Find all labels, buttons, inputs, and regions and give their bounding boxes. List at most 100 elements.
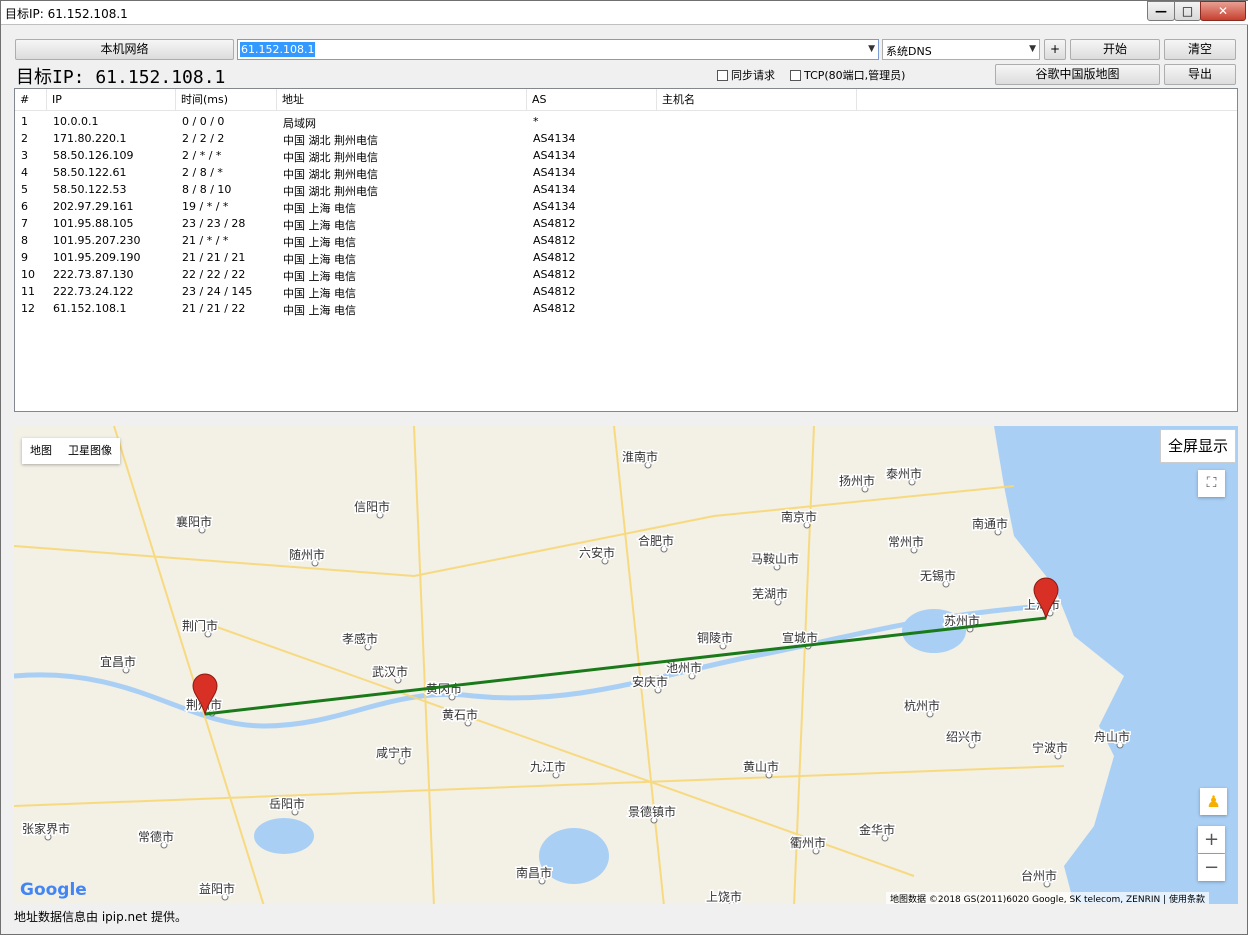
hop-address: 中国 上海 电信 [283, 253, 356, 266]
hop-as: AS4812 [533, 302, 576, 315]
main-window: 目标IP: 61.152.108.1 — □ ✕ 本机网络 61.152.108… [0, 0, 1248, 935]
city-label: 台州市 [1021, 868, 1057, 883]
city-label: 宣城市 [782, 630, 818, 645]
hop-address: 中国 上海 电信 [283, 202, 356, 215]
table-row[interactable]: 4 58.50.122.61 2 / 8 / * 中国 湖北 荆州电信 AS4134 [15, 165, 1237, 182]
clear-button[interactable]: 清空 [1164, 39, 1236, 60]
table-row[interactable]: 6 202.97.29.161 19 / * / * 中国 上海 电信 AS4134 [15, 199, 1237, 216]
hop-index: 6 [21, 200, 28, 213]
table-row[interactable]: 7 101.95.88.105 23 / 23 / 28 中国 上海 电信 AS4812 [15, 216, 1237, 233]
table-row[interactable]: 1 10.0.0.1 0 / 0 / 0 局域网 * [15, 114, 1237, 131]
city-label: 马鞍山市 [751, 551, 799, 566]
hop-as: AS4134 [533, 166, 576, 179]
hop-time: 21 / 21 / 22 [182, 302, 246, 315]
local-network-button[interactable]: 本机网络 [15, 39, 234, 60]
dongting-lake [254, 818, 314, 854]
hop-ip: 101.95.209.190 [53, 251, 141, 264]
hop-ip: 58.50.122.61 [53, 166, 127, 179]
city-label: 泰州市 [886, 466, 922, 481]
hop-time: 2 / 8 / * [182, 166, 223, 179]
hop-ip: 58.50.126.109 [53, 149, 134, 162]
hop-index: 11 [21, 285, 35, 298]
city-label: 无锡市 [920, 568, 956, 583]
map-canvas[interactable]: 襄阳市信阳市随州市荆门市孝感市宜昌市武汉市黄冈市荆州市黄石市咸宁市岳阳市常德市张… [14, 426, 1238, 904]
fullscreen-icon[interactable]: ⛶ [1198, 470, 1225, 497]
trace-table[interactable]: # IP 时间(ms) 地址 AS 主机名 1 10.0.0.1 0 / 0 / 0… [14, 88, 1238, 412]
hop-ip: 202.97.29.161 [53, 200, 134, 213]
col-header-index[interactable]: # [15, 89, 47, 111]
dns-combobox[interactable]: 系统DNS ▼ [882, 39, 1040, 60]
city-label: 铜陵市 [697, 630, 733, 645]
city-label: 绍兴市 [946, 729, 982, 744]
sync-request-label: 同步请求 [731, 69, 775, 82]
map-type-map-tab[interactable]: 地图 [22, 438, 60, 464]
hop-address: 局域网 [283, 117, 316, 130]
map-copyright[interactable]: 地图数据 ©2018 GS(2011)6020 Google, SK telec… [886, 892, 1209, 904]
export-button[interactable]: 导出 [1164, 64, 1236, 85]
col-header-as[interactable]: AS [527, 89, 657, 111]
city-label: 襄阳市 [176, 514, 212, 529]
table-row[interactable]: 8 101.95.207.230 21 / * / * 中国 上海 电信 AS4812 [15, 233, 1237, 250]
maximize-button[interactable]: □ [1174, 1, 1201, 21]
checkbox-icon[interactable] [717, 70, 728, 81]
city-label: 随州市 [289, 547, 325, 562]
city-label: 扬州市 [839, 473, 875, 488]
table-row[interactable]: 3 58.50.126.109 2 / * / * 中国 湖北 荆州电信 AS4134 [15, 148, 1237, 165]
city-label: 咸宁市 [376, 745, 412, 760]
hop-address: 中国 湖北 荆州电信 [283, 185, 378, 198]
hop-ip: 222.73.87.130 [53, 268, 134, 281]
hop-index: 8 [21, 234, 28, 247]
table-row[interactable]: 9 101.95.209.190 21 / 21 / 21 中国 上海 电信 AS481… [15, 250, 1237, 267]
status-bar-text: 地址数据信息由 ipip.net 提供。 [14, 910, 188, 924]
chevron-down-icon[interactable]: ▼ [868, 44, 875, 54]
hop-time: 23 / 24 / 145 [182, 285, 253, 298]
route-map[interactable]: 襄阳市信阳市随州市荆门市孝感市宜昌市武汉市黄冈市荆州市黄石市咸宁市岳阳市常德市张… [14, 426, 1238, 904]
dns-value[interactable]: 系统DNS [886, 43, 932, 59]
city-label: 南昌市 [516, 865, 552, 880]
zoom-in-button[interactable]: + [1198, 826, 1225, 853]
hop-time: 21 / * / * [182, 234, 229, 247]
col-header-time[interactable]: 时间(ms) [176, 89, 277, 111]
city-label: 益阳市 [199, 881, 235, 896]
zoom-out-button[interactable]: − [1198, 854, 1225, 881]
add-dns-button[interactable]: + [1044, 39, 1066, 60]
map-type-control: 地图 卫星图像 [22, 438, 120, 464]
map-type-satellite-tab[interactable]: 卫星图像 [60, 438, 120, 464]
table-header: # IP 时间(ms) 地址 AS 主机名 [15, 89, 1237, 111]
table-row[interactable]: 12 61.152.108.1 21 / 21 / 22 中国 上海 电信 AS4812 [15, 301, 1237, 318]
start-button[interactable]: 开始 [1070, 39, 1160, 60]
city-label: 舟山市 [1094, 729, 1130, 744]
hop-index: 4 [21, 166, 28, 179]
hop-time: 2 / 2 / 2 [182, 132, 225, 145]
pegman-icon[interactable]: ♟ [1200, 788, 1227, 815]
col-header-ip[interactable]: IP [47, 89, 176, 111]
target-ip-value[interactable]: 61.152.108.1 [240, 42, 316, 57]
city-label: 芜湖市 [752, 586, 788, 601]
table-row[interactable]: 10 222.73.87.130 22 / 22 / 22 中国 上海 电信 AS481… [15, 267, 1237, 284]
window-title: 目标IP: 61.152.108.1 [5, 7, 128, 21]
table-row[interactable]: 5 58.50.122.53 8 / 8 / 10 中国 湖北 荆州电信 AS4134 [15, 182, 1237, 199]
minimize-button[interactable]: — [1147, 1, 1175, 21]
hop-time: 2 / * / * [182, 149, 222, 162]
hop-as: AS4134 [533, 149, 576, 162]
hop-index: 3 [21, 149, 28, 162]
city-label: 衢州市 [790, 835, 826, 850]
hop-ip: 101.95.88.105 [53, 217, 134, 230]
target-ip-combobox[interactable]: 61.152.108.1 ▼ [237, 39, 879, 60]
city-label: 武汉市 [372, 664, 408, 679]
hop-address: 中国 上海 电信 [283, 219, 356, 232]
tcp-checkbox[interactable]: TCP(80端口,管理员) [790, 67, 905, 83]
checkbox-icon[interactable] [790, 70, 801, 81]
fullscreen-display-button[interactable]: 全屏显示 [1160, 429, 1236, 463]
chevron-down-icon[interactable]: ▼ [1029, 44, 1036, 54]
google-china-map-button[interactable]: 谷歌中国版地图 [995, 64, 1160, 85]
sync-request-checkbox[interactable]: 同步请求 [717, 67, 775, 83]
city-label: 南通市 [972, 516, 1008, 531]
hop-as: * [533, 115, 539, 128]
col-header-address[interactable]: 地址 [277, 89, 527, 111]
col-header-hostname[interactable]: 主机名 [657, 89, 857, 111]
table-row[interactable]: 2 171.80.220.1 2 / 2 / 2 中国 湖北 荆州电信 AS4134 [15, 131, 1237, 148]
close-button[interactable]: ✕ [1200, 1, 1246, 21]
table-row[interactable]: 11 222.73.24.122 23 / 24 / 145 中国 上海 电信 AS48… [15, 284, 1237, 301]
hop-ip: 222.73.24.122 [53, 285, 134, 298]
